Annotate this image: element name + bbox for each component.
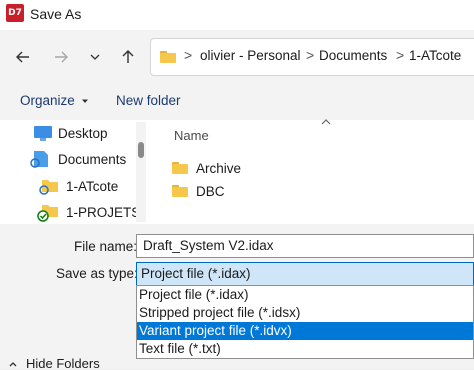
window-title: Save As	[30, 6, 82, 22]
option-variant-project-file[interactable]: Variant project file (*.idvx)	[137, 322, 473, 340]
sidebar-item-desktop[interactable]: Desktop	[32, 121, 108, 145]
caret-down-icon	[81, 99, 88, 103]
file-item-dbc[interactable]: DBC	[172, 180, 225, 202]
breadcrumb-1-atcote[interactable]: 1-ATcote	[409, 48, 461, 63]
arrow-up-icon	[122, 50, 134, 63]
sidebar-item-label: 1-PROJETS	[66, 204, 141, 220]
chevron-down-icon	[90, 54, 100, 60]
chevron-up-icon	[9, 361, 17, 366]
filename-label: File name:	[74, 239, 138, 254]
up-button[interactable]	[115, 44, 141, 70]
documents-icon	[30, 151, 48, 168]
hide-folders-label: Hide Folders	[26, 356, 100, 371]
folder-icon	[172, 162, 188, 174]
sidebar-item-documents[interactable]: Documents	[30, 147, 126, 171]
recent-locations-button[interactable]	[82, 44, 108, 70]
sidebar-item-label: 1-ATcote	[66, 178, 119, 194]
address-folder-icon	[160, 51, 184, 66]
option-project-file[interactable]: Project file (*.idax)	[137, 286, 473, 304]
organize-label: Organize	[20, 93, 75, 108]
arrow-right-icon	[55, 51, 68, 63]
sort-ascending-icon	[320, 118, 332, 129]
new-folder-button[interactable]: New folder	[116, 93, 181, 108]
organize-menu[interactable]: Organize	[20, 93, 90, 108]
arrow-left-icon	[16, 51, 29, 63]
save-as-type-select[interactable]: Project file (*.idax)	[136, 262, 474, 286]
file-item-archive[interactable]: Archive	[172, 157, 241, 179]
breadcrumb-separator: >	[184, 47, 193, 63]
option-text-file[interactable]: Text file (*.txt)	[137, 340, 473, 358]
folder-icon	[172, 185, 188, 197]
sidebar-item-1-projets[interactable]: 1-PROJETS	[36, 200, 140, 224]
desktop-icon	[34, 126, 52, 141]
breadcrumb-separator: >	[306, 47, 315, 63]
file-item-label: DBC	[196, 183, 225, 199]
file-item-label: Archive	[196, 160, 242, 176]
save-as-type-label: Save as type:	[56, 266, 138, 281]
sidebar-scroll-thumb[interactable]	[138, 142, 144, 158]
filename-input[interactable]: Draft_System V2.idax	[136, 234, 474, 258]
breadcrumb-documents[interactable]: Documents	[319, 48, 387, 63]
option-stripped-project-file[interactable]: Stripped project file (*.idsx)	[137, 304, 473, 322]
hide-folders-button[interactable]: Hide Folders	[8, 356, 100, 371]
sidebar-item-1-atcote[interactable]: 1-ATcote	[38, 174, 118, 198]
sidebar-scrollbar[interactable]	[136, 122, 146, 222]
breadcrumb-olivier-personal[interactable]: olivier - Personal	[200, 48, 301, 63]
sidebar-item-label: Desktop	[58, 125, 108, 141]
forward-button[interactable]	[48, 44, 74, 70]
column-header-name[interactable]: Name	[174, 128, 209, 143]
breadcrumb-separator: >	[396, 47, 405, 63]
sidebar-item-label: Documents	[58, 151, 127, 167]
back-button[interactable]	[10, 44, 36, 70]
folder-sync-icon	[39, 180, 58, 195]
folder-synced-icon	[37, 205, 58, 222]
app-icon: D7	[6, 4, 24, 22]
